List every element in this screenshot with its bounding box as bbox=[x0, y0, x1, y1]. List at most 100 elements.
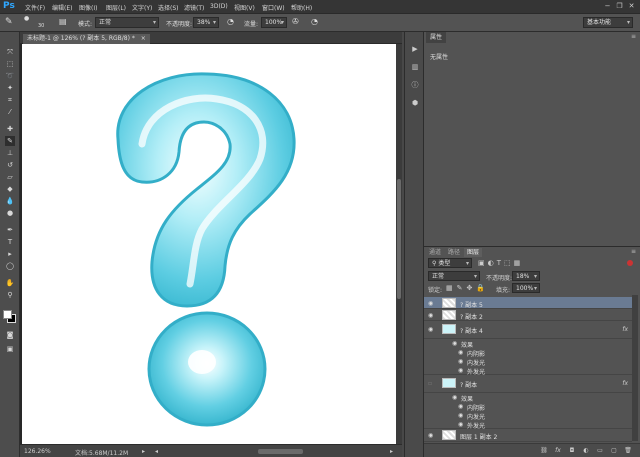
layer-row-copy4[interactable]: ◉ ? 副本 4 fx bbox=[424, 321, 632, 339]
scroll-left-icon[interactable]: ◂ bbox=[155, 448, 158, 455]
tab-channels[interactable]: 通道 bbox=[426, 248, 444, 257]
fill-field[interactable]: 100% bbox=[512, 283, 540, 293]
workspace-select[interactable]: 基本功能 bbox=[583, 17, 633, 28]
canvas-vertical-scrollbar[interactable] bbox=[396, 44, 402, 444]
zoom-tool-icon[interactable]: ⚲ bbox=[5, 290, 15, 300]
horizontal-scroll-thumb[interactable] bbox=[258, 449, 303, 454]
move-tool-icon[interactable]: ⤧ bbox=[5, 47, 15, 57]
visibility-eye-icon[interactable]: ◉ bbox=[428, 326, 433, 333]
blur-tool-icon[interactable]: 💧 bbox=[5, 196, 15, 206]
lock-icons[interactable]: ▦✎✥🔒 bbox=[446, 284, 489, 292]
add-mask-icon[interactable]: ◘ bbox=[568, 447, 576, 455]
tab-paths[interactable]: 路径 bbox=[445, 248, 463, 257]
menu-file[interactable]: 文件(F) bbox=[25, 3, 45, 12]
menu-3d[interactable]: 3D(D) bbox=[210, 3, 228, 10]
paint-bucket-tool-icon[interactable]: ◆ bbox=[5, 184, 15, 194]
healing-brush-tool-icon[interactable]: ✚ bbox=[5, 124, 15, 134]
flow-field[interactable]: 100% bbox=[261, 17, 287, 28]
layer-opacity-field[interactable]: 18% bbox=[512, 271, 540, 281]
pen-tool-icon[interactable]: ✒ bbox=[5, 225, 15, 235]
layer-row-copy5[interactable]: ◉ ? 副本 5 bbox=[424, 297, 632, 309]
fx-badge[interactable]: fx bbox=[622, 380, 628, 387]
vertical-scroll-thumb[interactable] bbox=[397, 179, 401, 299]
new-group-icon[interactable]: ▭ bbox=[596, 447, 604, 455]
visibility-eye-icon[interactable]: ◉ bbox=[428, 300, 433, 307]
close-window-button[interactable]: ✕ bbox=[627, 2, 636, 10]
minimize-button[interactable]: − bbox=[603, 2, 612, 10]
pressure-opacity-icon[interactable]: ◔ bbox=[227, 17, 234, 26]
opacity-field[interactable]: 38% bbox=[193, 17, 219, 28]
menu-help[interactable]: 帮助(H) bbox=[291, 3, 312, 12]
layer-row-copy[interactable]: ▫ ? 副本 fx bbox=[424, 375, 632, 393]
visibility-eye-icon[interactable]: ◉ bbox=[458, 367, 463, 374]
panel-menu-icon[interactable]: ≡ bbox=[631, 33, 636, 40]
brush-tool-icon[interactable]: ✎ bbox=[5, 17, 13, 27]
close-document-icon[interactable]: × bbox=[141, 35, 146, 42]
clone-stamp-tool-icon[interactable]: ⊥ bbox=[5, 148, 15, 158]
effect-row-inner-shadow[interactable]: ◉ 内阴影 bbox=[424, 348, 632, 358]
visibility-eye-icon[interactable]: ◉ bbox=[428, 312, 433, 319]
type-tool-icon[interactable]: T bbox=[5, 237, 15, 247]
add-style-icon[interactable]: fx bbox=[554, 447, 562, 455]
menu-type[interactable]: 文字(Y) bbox=[132, 3, 152, 12]
document-tab[interactable]: 未标题-1 @ 126% (? 副本 5, RGB/8) * × bbox=[23, 34, 150, 44]
quick-select-tool-icon[interactable]: ✦ bbox=[5, 83, 15, 93]
crop-tool-icon[interactable]: ⌗ bbox=[5, 95, 15, 105]
info-icon[interactable]: ⓘ bbox=[410, 80, 420, 90]
foreground-color-swatch[interactable] bbox=[3, 310, 12, 319]
effect-row-inner-glow[interactable]: ◉ 内发光 bbox=[424, 411, 632, 421]
hand-tool-icon[interactable]: ✋ bbox=[5, 278, 15, 288]
visibility-eye-icon[interactable]: ◉ bbox=[458, 412, 463, 419]
layers-panel-menu-icon[interactable]: ≡ bbox=[631, 248, 636, 255]
delete-layer-icon[interactable]: 🗑 bbox=[624, 447, 632, 455]
tab-properties[interactable]: 属性 bbox=[426, 32, 447, 43]
airbrush-icon[interactable]: ✇ bbox=[292, 17, 299, 26]
ellipse-tool-icon[interactable]: ◯ bbox=[5, 261, 15, 271]
menu-window[interactable]: 窗口(W) bbox=[262, 3, 285, 12]
layer-row-copy2[interactable]: ◉ ? 副本 2 bbox=[424, 309, 632, 321]
play-action-icon[interactable]: ▶ bbox=[410, 44, 420, 54]
brush-picker-icon[interactable]: ● bbox=[24, 15, 29, 22]
visibility-eye-icon[interactable]: ◉ bbox=[458, 403, 463, 410]
zoom-level[interactable]: 126.26% bbox=[24, 448, 51, 455]
document-canvas[interactable] bbox=[22, 44, 396, 444]
history-brush-tool-icon[interactable]: ↺ bbox=[5, 160, 15, 170]
layer-kind-filter[interactable]: ⚲ 类型 bbox=[428, 258, 472, 268]
brush-tool-icon[interactable]: ✎ bbox=[5, 136, 15, 146]
visibility-eye-icon[interactable]: ◉ bbox=[428, 432, 433, 439]
tab-layers[interactable]: 图层 bbox=[464, 248, 483, 257]
effects-row[interactable]: ◉ 效果 bbox=[424, 339, 632, 349]
filter-toggle-icon[interactable] bbox=[627, 260, 633, 266]
lasso-tool-icon[interactable]: ➰ bbox=[5, 71, 15, 81]
adjustment-layer-icon[interactable]: ◐ bbox=[582, 447, 590, 455]
eraser-tool-icon[interactable]: ▱ bbox=[5, 172, 15, 182]
filter-icons[interactable]: ▣◐T⬚▦ bbox=[478, 259, 523, 267]
effect-row-inner-shadow[interactable]: ◉ 内阴影 bbox=[424, 402, 632, 412]
layer-row-layer1-copy2[interactable]: ◉ 图层 1 副本 2 bbox=[424, 429, 632, 442]
eyedropper-tool-icon[interactable]: ⁄ bbox=[5, 107, 15, 117]
menu-filter[interactable]: 滤镜(T) bbox=[184, 3, 204, 12]
visibility-eye-icon[interactable]: ◉ bbox=[452, 394, 457, 401]
effect-row-outer-glow[interactable]: ◉ 外发光 bbox=[424, 420, 632, 430]
screen-mode-icon[interactable]: ▣ bbox=[5, 344, 15, 354]
brush-panel-icon[interactable]: ▤ bbox=[59, 17, 67, 26]
menu-select[interactable]: 选择(S) bbox=[158, 3, 179, 12]
visibility-eye-icon[interactable]: ◉ bbox=[458, 358, 463, 365]
pressure-size-icon[interactable]: ◔ bbox=[311, 17, 318, 26]
visibility-eye-icon[interactable]: ◉ bbox=[458, 421, 463, 428]
restore-button[interactable]: ❐ bbox=[615, 2, 624, 10]
status-menu-arrow-icon[interactable]: ▸ bbox=[142, 448, 145, 455]
effects-row[interactable]: ◉ 效果 bbox=[424, 393, 632, 403]
visibility-eye-icon[interactable]: ◉ bbox=[458, 349, 463, 356]
effect-row-inner-glow[interactable]: ◉ 内发光 bbox=[424, 357, 632, 367]
layers-scrollbar[interactable] bbox=[632, 295, 638, 441]
menu-image[interactable]: 图像(I) bbox=[79, 3, 97, 12]
new-layer-icon[interactable]: ▢ bbox=[610, 447, 618, 455]
link-layers-icon[interactable]: ⛓ bbox=[540, 447, 548, 455]
scroll-right-icon[interactable]: ▸ bbox=[390, 448, 393, 455]
quick-mask-icon[interactable]: ◙ bbox=[5, 330, 15, 340]
blend-mode-select[interactable]: 正常 bbox=[428, 271, 480, 281]
fx-badge[interactable]: fx bbox=[622, 326, 628, 333]
dodge-tool-icon[interactable]: ● bbox=[5, 208, 15, 218]
menu-edit[interactable]: 编辑(E) bbox=[52, 3, 72, 12]
